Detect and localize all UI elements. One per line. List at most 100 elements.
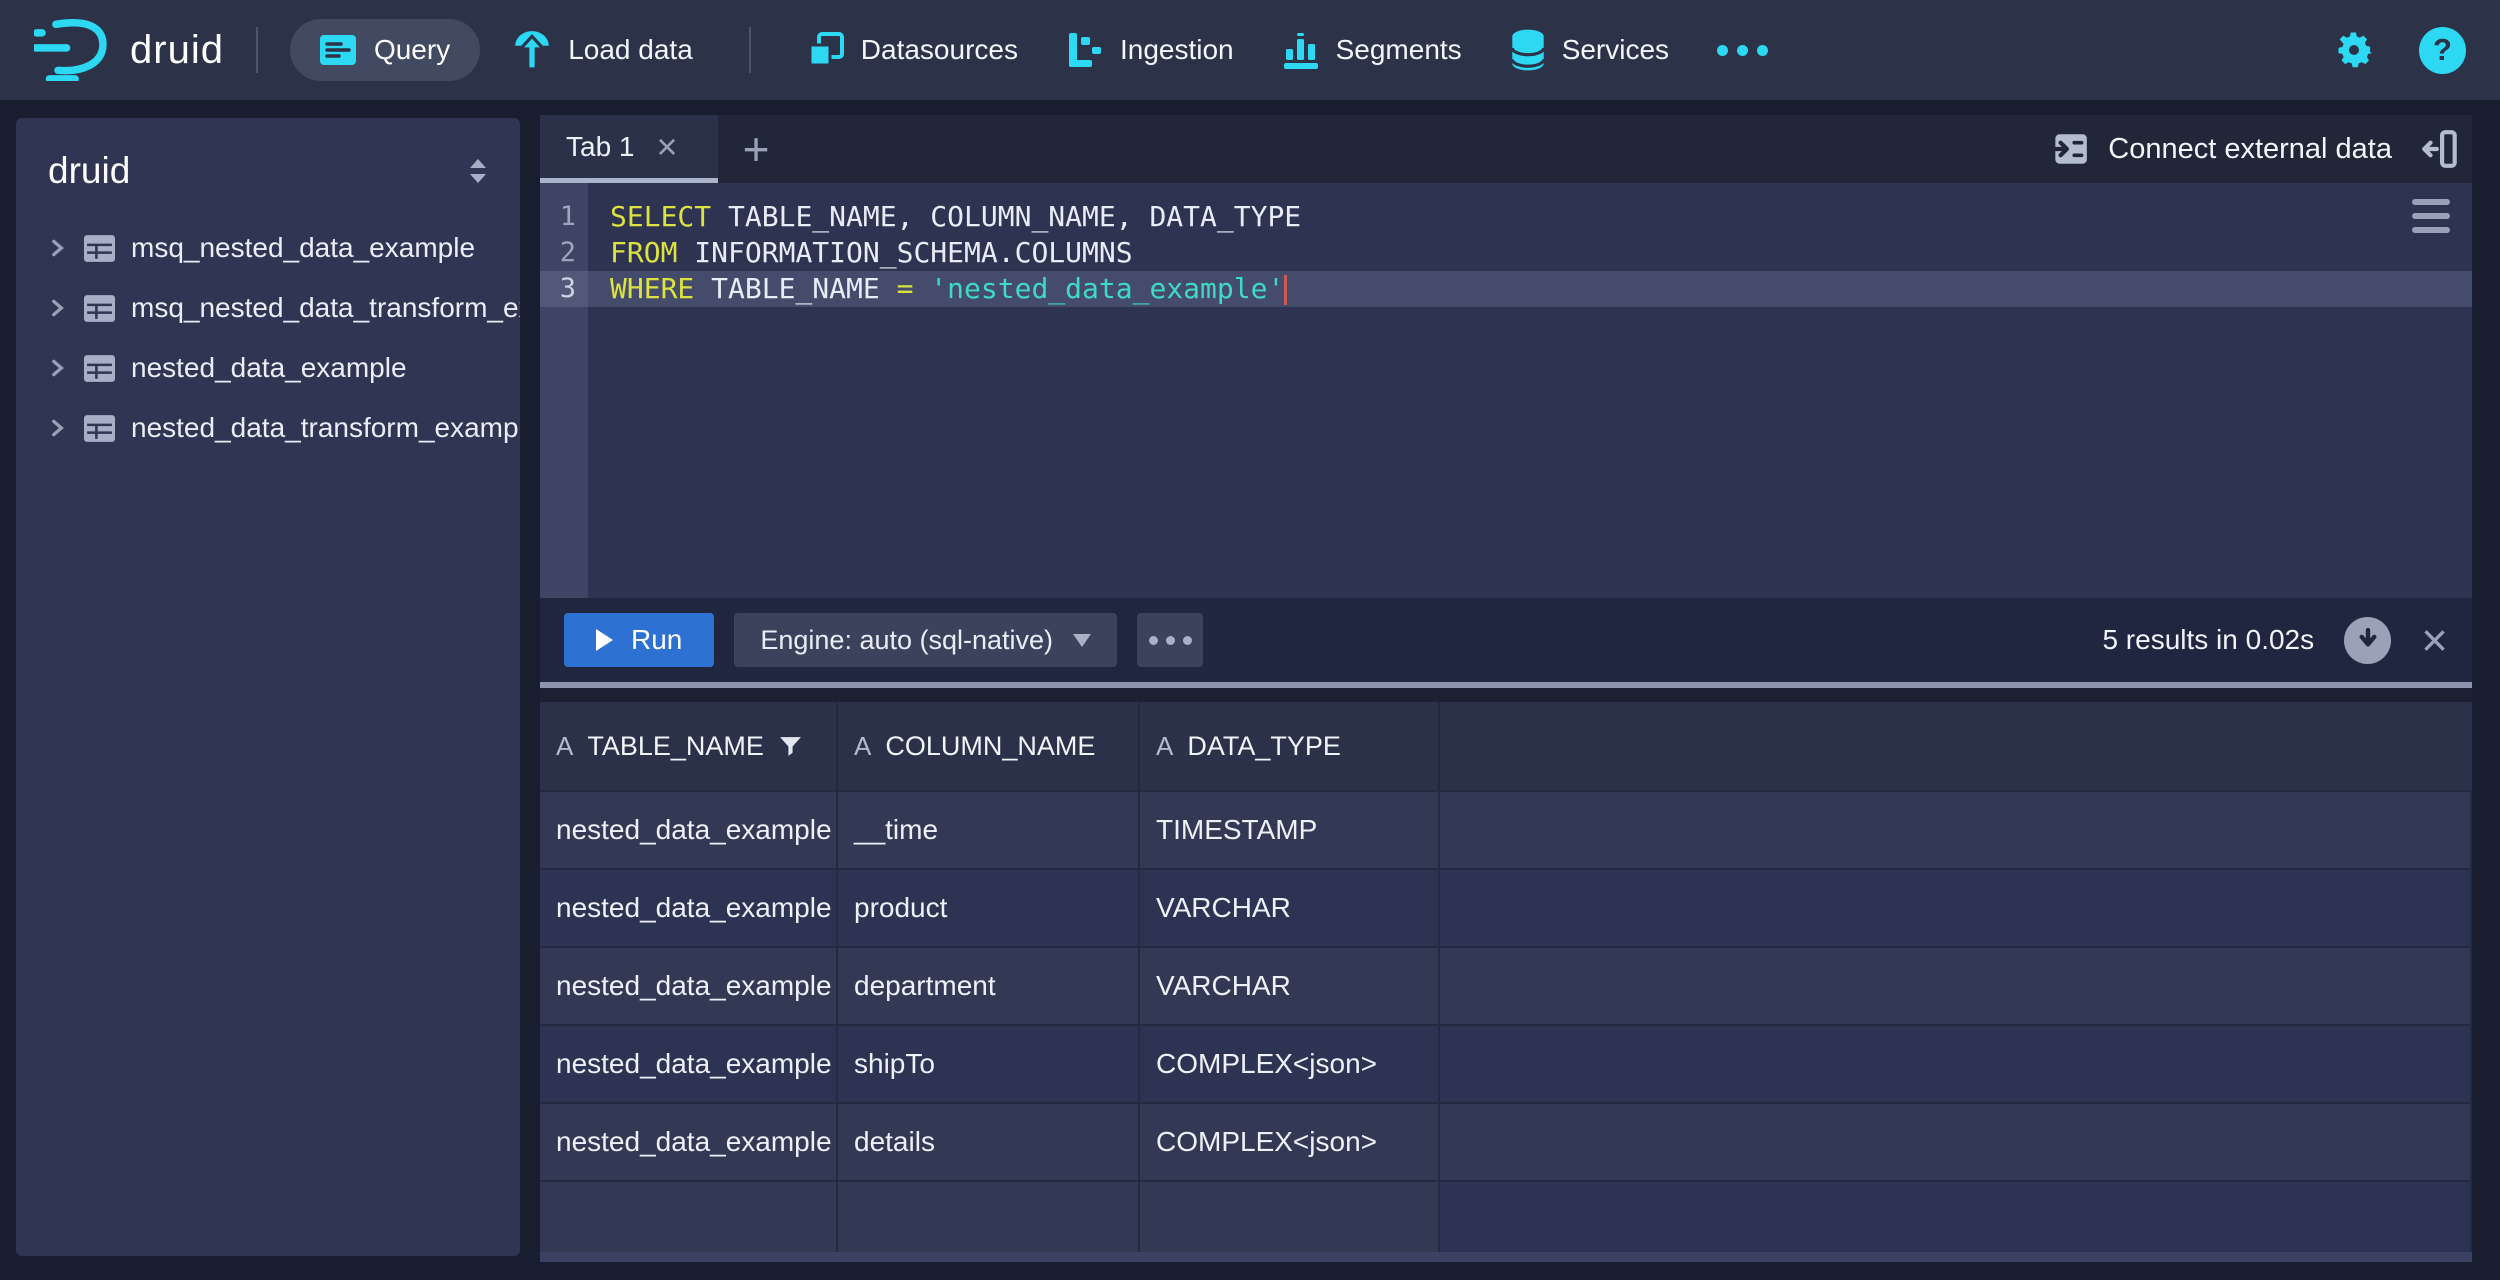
string-type-icon: A bbox=[1156, 731, 1173, 762]
download-icon[interactable] bbox=[2344, 617, 2391, 664]
chevron-right-icon[interactable] bbox=[46, 237, 68, 259]
code-line-2: FROM INFORMATION_SCHEMA.COLUMNS bbox=[588, 235, 2472, 271]
collapse-panel-icon[interactable] bbox=[2422, 128, 2458, 170]
chevron-down-icon bbox=[1073, 634, 1091, 647]
cell[interactable]: department bbox=[838, 946, 1140, 1024]
table-row: nested_data_example details COMPLEX<json… bbox=[540, 1102, 2472, 1180]
cell[interactable]: nested_data_example bbox=[540, 1102, 838, 1180]
table-row: nested_data_example shipTo COMPLEX<json> bbox=[540, 1024, 2472, 1102]
cell[interactable]: shipTo bbox=[838, 1024, 1140, 1102]
chevron-right-icon[interactable] bbox=[46, 357, 68, 379]
chevron-right-icon[interactable] bbox=[46, 297, 68, 319]
cell-spacer bbox=[1440, 790, 2472, 868]
cell-spacer bbox=[1440, 1102, 2472, 1180]
column-header-table-name[interactable]: A TABLE_NAME bbox=[540, 702, 838, 790]
line-number-active: 3 bbox=[540, 271, 588, 307]
cell[interactable]: nested_data_example bbox=[540, 790, 838, 868]
result-status: 5 results in 0.02s bbox=[2102, 624, 2314, 656]
string-type-icon: A bbox=[854, 731, 871, 762]
settings-gear-icon[interactable] bbox=[2331, 27, 2377, 73]
sidebar-table-nested_data_example[interactable]: nested_data_example bbox=[16, 338, 520, 398]
nav-item-label: Datasources bbox=[861, 34, 1018, 66]
nav-item-load-data[interactable]: Load data bbox=[512, 29, 693, 71]
nav-item-label: Ingestion bbox=[1120, 34, 1234, 66]
results-table: A TABLE_NAME A COLUMN_NAME A DATA_TYPE n… bbox=[540, 702, 2472, 1262]
more-menu-icon[interactable] bbox=[1717, 45, 1768, 56]
nav-item-label: Load data bbox=[568, 34, 693, 66]
cell-spacer bbox=[1440, 1024, 2472, 1102]
sidebar-table-msq_nested_data_example[interactable]: msq_nested_data_example bbox=[16, 218, 520, 278]
query-more-button[interactable] bbox=[1137, 613, 1203, 667]
navbar-divider bbox=[256, 27, 258, 73]
nav-item-segments[interactable]: Segments bbox=[1282, 31, 1462, 69]
new-tab-button[interactable]: + bbox=[718, 115, 794, 183]
column-header-data-type[interactable]: A DATA_TYPE bbox=[1140, 702, 1440, 790]
cell-empty bbox=[838, 1180, 1140, 1252]
text-cursor bbox=[1284, 275, 1287, 305]
table-icon bbox=[84, 415, 115, 442]
query-icon bbox=[320, 35, 356, 65]
horizontal-scrollbar[interactable] bbox=[540, 1252, 2472, 1262]
segments-icon bbox=[1282, 31, 1320, 69]
upload-icon bbox=[512, 29, 552, 71]
nav-item-ingestion[interactable]: Ingestion bbox=[1066, 31, 1234, 69]
engine-select[interactable]: Engine: auto (sql-native) bbox=[734, 613, 1117, 667]
cell[interactable]: COMPLEX<json> bbox=[1140, 1024, 1440, 1102]
cell-empty bbox=[1140, 1180, 1440, 1252]
filter-icon[interactable] bbox=[778, 734, 803, 759]
cell[interactable]: nested_data_example bbox=[540, 868, 838, 946]
druid-logo[interactable]: druid bbox=[34, 19, 224, 81]
table-row: nested_data_example __time TIMESTAMP bbox=[540, 790, 2472, 868]
cell[interactable]: product bbox=[838, 868, 1140, 946]
cell-spacer bbox=[1440, 1180, 2472, 1252]
nav-item-datasources[interactable]: Datasources bbox=[807, 31, 1018, 69]
editor-menu-icon[interactable] bbox=[2412, 199, 2450, 233]
connect-external-data-button[interactable]: Connect external data bbox=[2048, 131, 2392, 167]
column-header-label: DATA_TYPE bbox=[1187, 731, 1341, 762]
chevron-right-icon[interactable] bbox=[46, 417, 68, 439]
schema-title: druid bbox=[48, 150, 130, 192]
cell[interactable]: details bbox=[838, 1102, 1140, 1180]
editor-code-area[interactable]: SELECT TABLE_NAME, COLUMN_NAME, DATA_TYP… bbox=[588, 183, 2472, 598]
cell[interactable]: VARCHAR bbox=[1140, 946, 1440, 1024]
editor-gutter: 1 2 3 bbox=[540, 183, 588, 598]
cell-spacer bbox=[1440, 946, 2472, 1024]
services-icon bbox=[1510, 28, 1546, 72]
sort-icon[interactable] bbox=[466, 156, 490, 186]
cell-spacer bbox=[1440, 868, 2472, 946]
table-name-label: nested_data_transform_exampl bbox=[131, 412, 520, 444]
run-button[interactable]: Run bbox=[564, 613, 714, 667]
cell[interactable]: VARCHAR bbox=[1140, 868, 1440, 946]
close-results-icon[interactable]: × bbox=[2421, 617, 2448, 663]
engine-label: Engine: auto (sql-native) bbox=[760, 625, 1053, 656]
cell[interactable]: COMPLEX<json> bbox=[1140, 1102, 1440, 1180]
table-icon bbox=[84, 235, 115, 262]
nav-item-query[interactable]: Query bbox=[290, 19, 480, 81]
line-number: 1 bbox=[540, 199, 588, 235]
cell-empty bbox=[540, 1180, 838, 1252]
top-navbar: druid Query Load data Datasources bbox=[0, 0, 2500, 100]
sql-editor[interactable]: 1 2 3 SELECT TABLE_NAME, COLUMN_NAME, DA… bbox=[540, 183, 2472, 598]
nav-item-label: Services bbox=[1562, 34, 1669, 66]
cell[interactable]: nested_data_example bbox=[540, 946, 838, 1024]
tab-tab1[interactable]: Tab 1 × bbox=[540, 115, 718, 183]
cell[interactable]: TIMESTAMP bbox=[1140, 790, 1440, 868]
column-header-column-name[interactable]: A COLUMN_NAME bbox=[838, 702, 1140, 790]
nav-item-label: Segments bbox=[1336, 34, 1462, 66]
ingestion-icon bbox=[1066, 31, 1104, 69]
table-row: nested_data_example product VARCHAR bbox=[540, 868, 2472, 946]
code-line-3: WHERE TABLE_NAME = 'nested_data_example' bbox=[588, 271, 2472, 307]
sidebar-table-nested_data_transform[interactable]: nested_data_transform_exampl bbox=[16, 398, 520, 458]
table-row-empty bbox=[540, 1180, 2472, 1252]
cell[interactable]: nested_data_example bbox=[540, 1024, 838, 1102]
string-type-icon: A bbox=[556, 731, 573, 762]
help-icon[interactable]: ? bbox=[2419, 27, 2466, 74]
sidebar-table-msq_nested_data_transform[interactable]: msq_nested_data_transform_ex bbox=[16, 278, 520, 338]
tab-bar: Tab 1 × + Connect external data bbox=[540, 115, 2472, 183]
run-toolbar: Run Engine: auto (sql-native) 5 results … bbox=[540, 598, 2472, 682]
tab-close-icon[interactable]: × bbox=[657, 129, 678, 165]
nav-item-services[interactable]: Services bbox=[1510, 28, 1669, 72]
druid-logo-icon bbox=[34, 19, 112, 81]
cell[interactable]: __time bbox=[838, 790, 1140, 868]
brand-name: druid bbox=[130, 28, 224, 73]
